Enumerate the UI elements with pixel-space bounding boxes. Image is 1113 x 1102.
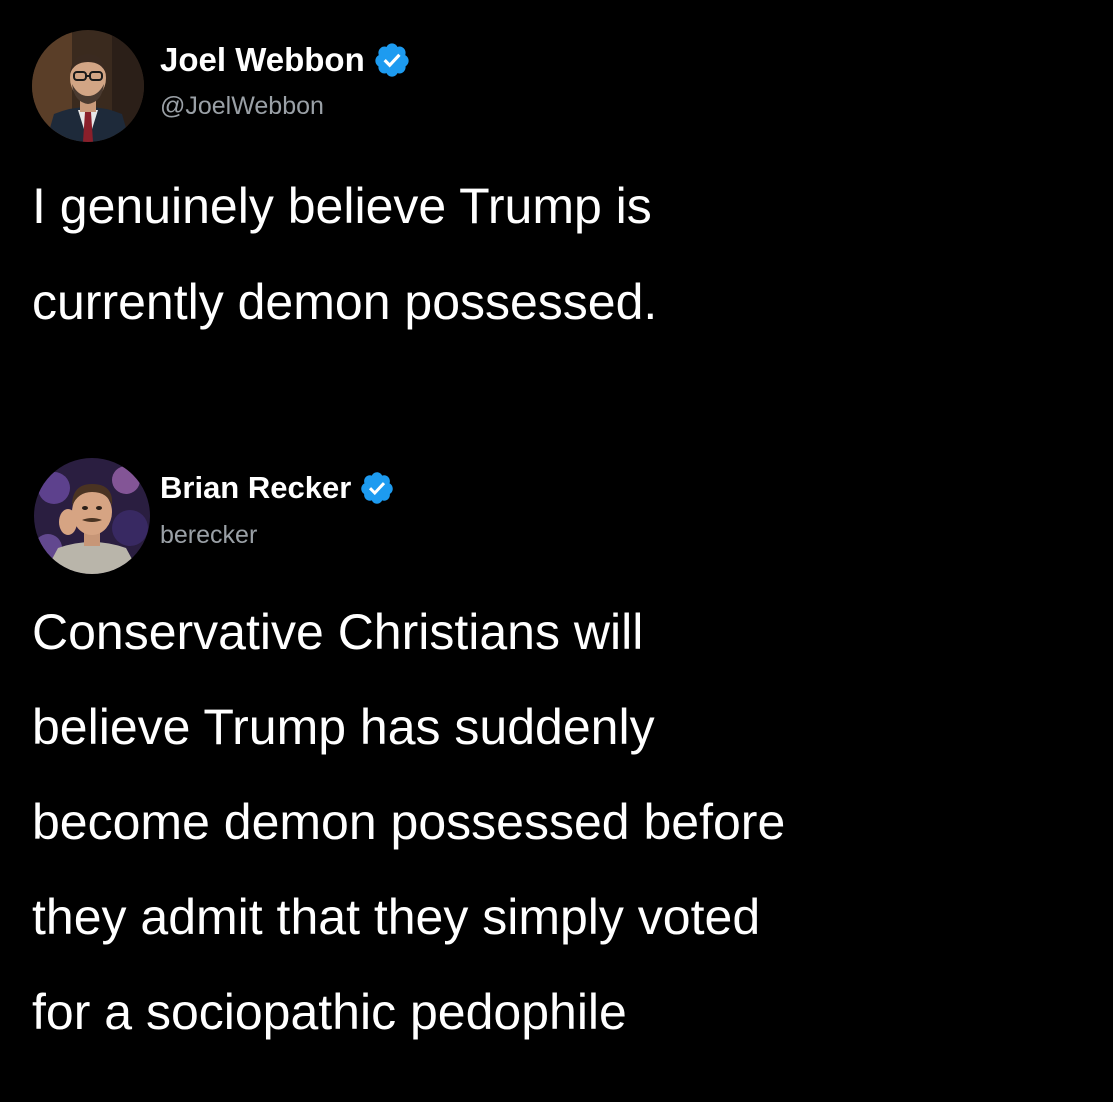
author-row: Joel Webbon xyxy=(160,38,411,82)
handle[interactable]: @JoelWebbon xyxy=(160,92,324,121)
tweet-text: Conservative Christians will believe Tru… xyxy=(32,585,1092,1060)
verified-badge-icon xyxy=(359,470,395,506)
verified-badge-icon xyxy=(373,41,411,79)
avatar[interactable] xyxy=(34,458,150,574)
tweet-text: I genuinely believe Trump is currently d… xyxy=(32,158,1092,350)
tweet-text-line: believe Trump has suddenly xyxy=(32,699,655,755)
tweet-text-line: for a sociopathic pedophile xyxy=(32,984,627,1040)
tweet-text-line: Conservative Christians will xyxy=(32,604,644,660)
profile-photo-icon xyxy=(32,30,144,142)
display-name[interactable]: Joel Webbon xyxy=(160,41,365,79)
profile-photo-icon xyxy=(34,458,150,574)
tweet-text-line: become demon possessed before xyxy=(32,794,786,850)
tweet-text-line: I genuinely believe Trump is xyxy=(32,178,652,234)
avatar[interactable] xyxy=(32,30,144,142)
tweet-text-line: currently demon possessed. xyxy=(32,274,658,330)
tweet-text-line: they admit that they simply voted xyxy=(32,889,761,945)
display-name[interactable]: Brian Recker xyxy=(160,470,351,506)
author-row: Brian Recker xyxy=(160,468,395,508)
handle[interactable]: berecker xyxy=(160,521,257,550)
